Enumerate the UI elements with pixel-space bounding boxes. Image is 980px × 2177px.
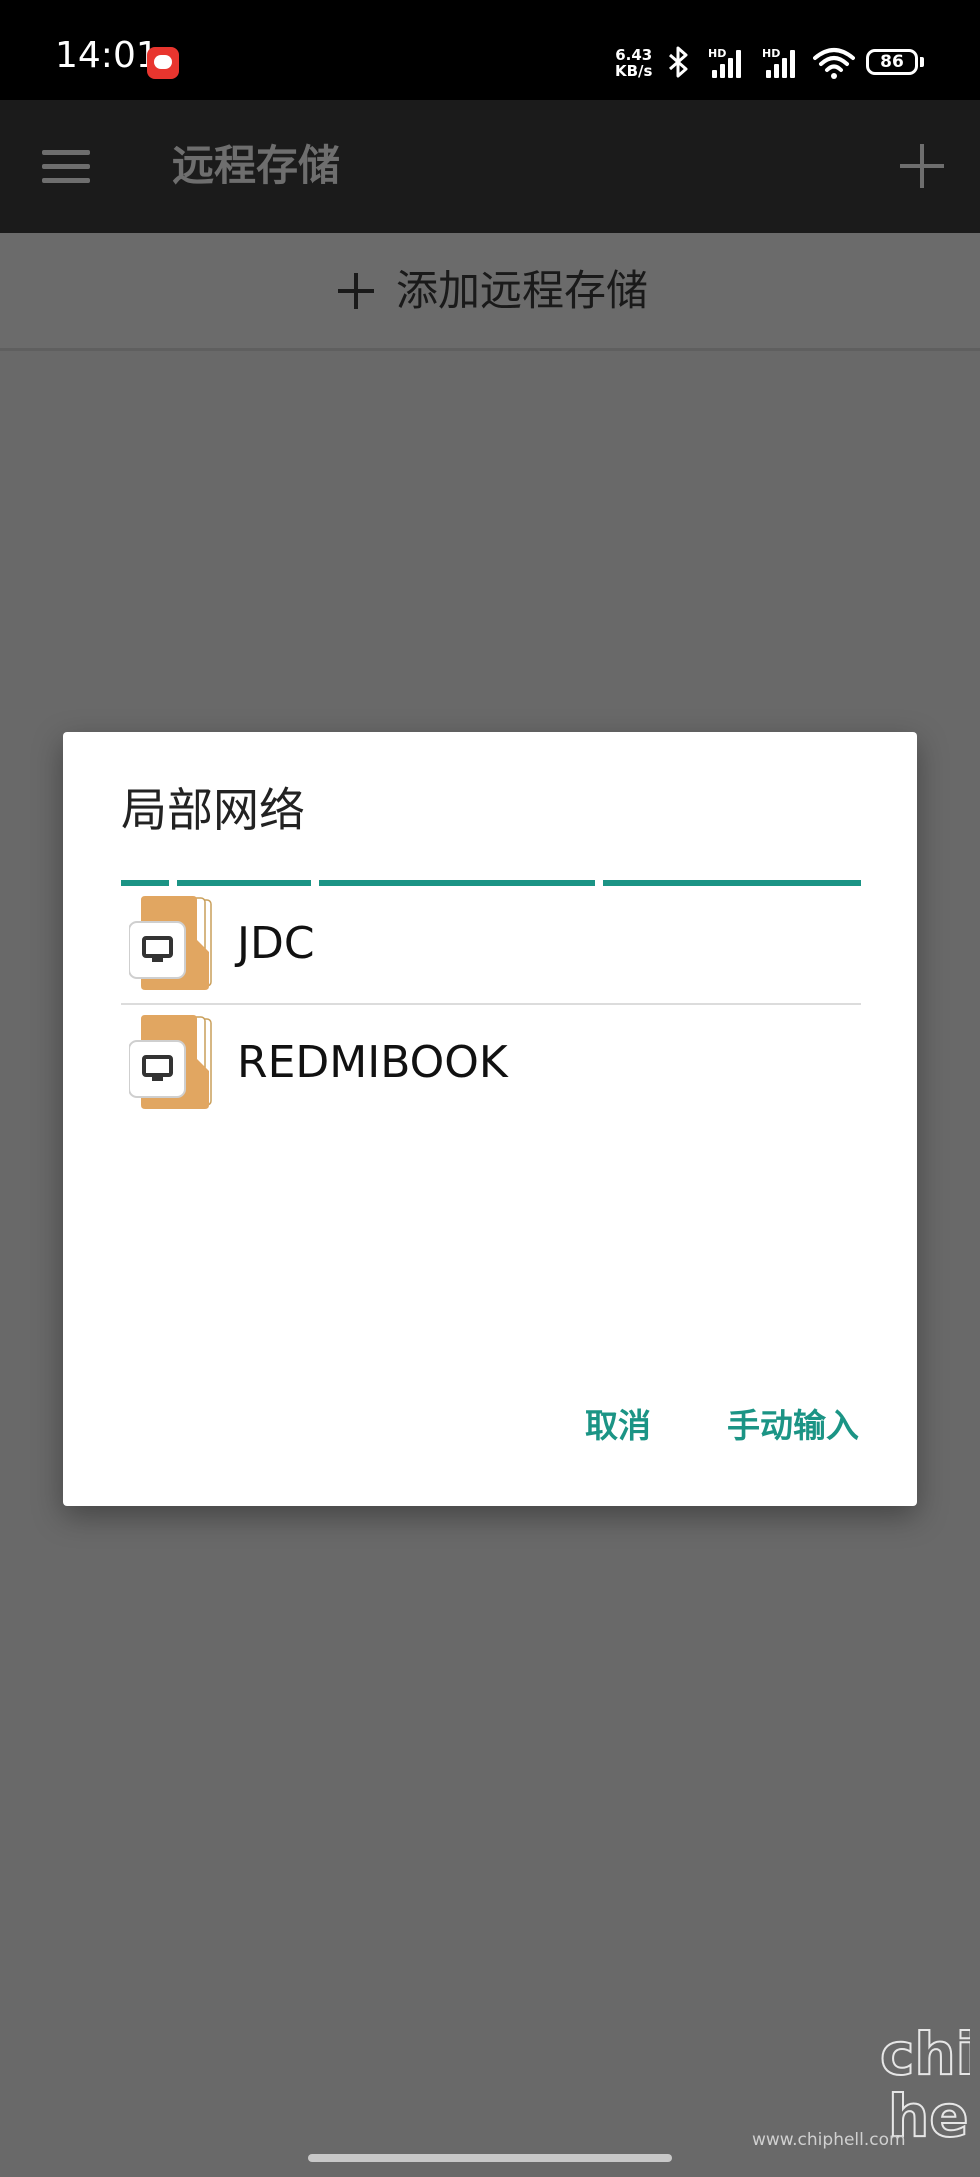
status-bar: 14:01 6.43 KB/s HD HD 86 bbox=[0, 0, 980, 100]
cellular-signal-1-icon: HD bbox=[708, 48, 746, 78]
add-remote-storage-button[interactable]: 添加远程存储 bbox=[0, 233, 980, 351]
notification-app-icon bbox=[147, 47, 179, 79]
add-icon[interactable] bbox=[900, 144, 944, 188]
status-time: 14:01 bbox=[55, 35, 159, 76]
svg-text:chip: chip bbox=[880, 2022, 970, 2088]
device-list: JDC REDMIBOOK bbox=[121, 886, 861, 1122]
app-bar: 远程存储 bbox=[0, 100, 980, 233]
battery-icon: 86 bbox=[866, 49, 918, 75]
add-remote-storage-label: 添加远程存储 bbox=[396, 266, 649, 315]
wifi-icon bbox=[813, 46, 855, 80]
device-item-redmibook[interactable]: REDMIBOOK bbox=[121, 1005, 861, 1122]
signal-1-label: HD bbox=[708, 47, 727, 60]
dialog-title: 局部网络 bbox=[121, 783, 305, 837]
network-computer-folder-icon bbox=[128, 896, 229, 992]
device-item-jdc[interactable]: JDC bbox=[121, 886, 861, 1005]
manual-input-button[interactable]: 手动输入 bbox=[727, 1404, 859, 1448]
device-name: JDC bbox=[237, 918, 315, 969]
network-speed-value: 6.43 bbox=[615, 46, 653, 64]
plus-icon bbox=[338, 273, 374, 309]
page-title: 远程存储 bbox=[172, 141, 341, 190]
cancel-button[interactable]: 取消 bbox=[585, 1404, 651, 1448]
network-computer-folder-icon bbox=[128, 1015, 229, 1111]
signal-2-label: HD bbox=[762, 47, 781, 60]
battery-level: 86 bbox=[880, 52, 904, 72]
watermark-site: www.chiphell.com bbox=[752, 2130, 906, 2150]
menu-icon[interactable] bbox=[42, 150, 90, 184]
network-speed: 6.43 KB/s bbox=[615, 47, 652, 79]
network-speed-unit: KB/s bbox=[615, 62, 653, 80]
dialog-actions: 取消 手动输入 bbox=[585, 1404, 859, 1448]
gesture-nav-handle[interactable] bbox=[308, 2154, 672, 2162]
battery-tip bbox=[920, 57, 924, 67]
device-name: REDMIBOOK bbox=[237, 1037, 508, 1088]
local-network-dialog: 局部网络 JDC REDMIBOOK 取消 手动输入 bbox=[63, 732, 917, 1506]
bluetooth-icon bbox=[668, 46, 690, 84]
cellular-signal-2-icon: HD bbox=[762, 48, 800, 78]
